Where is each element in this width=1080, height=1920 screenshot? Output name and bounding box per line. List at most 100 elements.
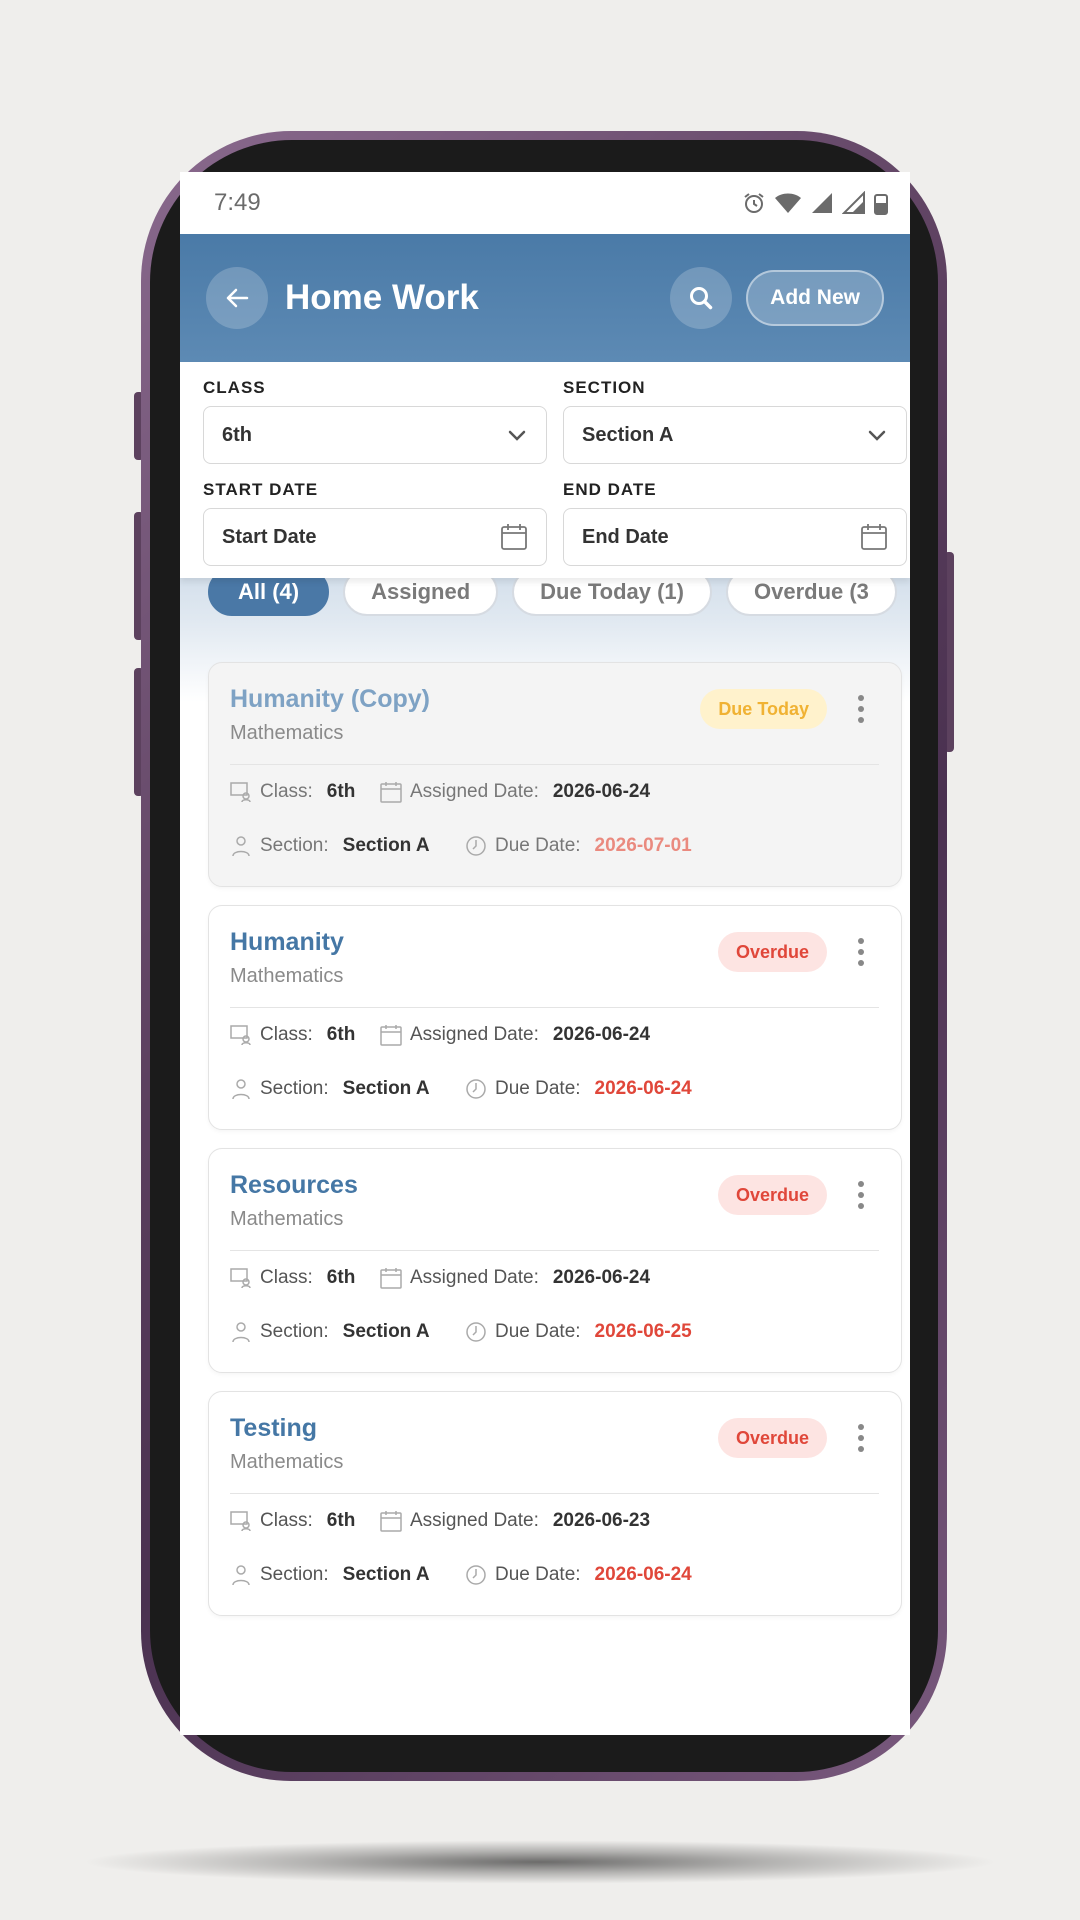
app-screen: 7:49 Home Work Add New CLASS 6th SECTION… <box>180 172 910 1735</box>
start-date-label: START DATE <box>203 480 319 499</box>
class-field-label: Class: <box>260 1510 313 1531</box>
homework-subject: Mathematics <box>230 1451 344 1473</box>
alarm-icon <box>744 193 764 213</box>
calendar-icon <box>380 1267 402 1289</box>
class-field-label: Class: <box>260 781 313 802</box>
class-value: 6th <box>326 781 356 802</box>
due-date-label: Due Date: <box>495 1078 581 1099</box>
teacher-icon <box>230 1321 252 1343</box>
clock-icon <box>465 1321 487 1343</box>
homework-subject: Mathematics <box>230 965 344 987</box>
add-new-button[interactable]: Add New <box>746 270 884 326</box>
filter-panel: CLASS 6th SECTION Section A START DATE S… <box>180 362 910 578</box>
homework-card[interactable]: Humanity Mathematics Overdue Class: 6th <box>208 905 902 1130</box>
assigned-date-value: 2026-06-24 <box>552 781 651 802</box>
start-date-field[interactable]: Start Date <box>203 508 547 566</box>
app-header: Home Work Add New <box>180 234 910 362</box>
section-field-label: Section: <box>260 835 329 856</box>
class-select[interactable]: 6th <box>203 406 547 464</box>
class-field-label: Class: <box>260 1024 313 1045</box>
classroom-icon <box>230 1267 252 1289</box>
teacher-icon <box>230 1078 252 1100</box>
more-options-icon[interactable] <box>849 938 873 966</box>
due-date-value: 2026-06-24 <box>594 1564 692 1585</box>
clock-icon <box>465 835 487 857</box>
status-badge: Overdue <box>717 932 827 972</box>
back-button[interactable] <box>206 267 268 329</box>
section-field-label: Section: <box>260 1321 329 1342</box>
homework-title: Testing <box>230 1414 318 1442</box>
calendar-icon <box>380 1510 402 1532</box>
assigned-date-label: Assigned Date: <box>410 1024 539 1045</box>
classroom-icon <box>230 1510 252 1532</box>
status-badge: Overdue <box>717 1175 827 1215</box>
chevron-down-icon <box>868 430 886 441</box>
more-options-icon[interactable] <box>849 1424 873 1452</box>
class-field-label: Class: <box>260 1267 313 1288</box>
due-date-value: 2026-07-01 <box>594 835 692 856</box>
start-date-placeholder: Start Date <box>222 525 317 548</box>
more-options-icon[interactable] <box>849 695 873 723</box>
homework-title: Resources <box>230 1171 358 1199</box>
search-button[interactable] <box>670 267 733 329</box>
end-date-label: END DATE <box>563 480 657 499</box>
homework-cards: Humanity (Copy) Mathematics Due Today Cl… <box>180 616 910 1616</box>
section-select-value: Section A <box>582 423 674 446</box>
homework-subject: Mathematics <box>230 1208 344 1230</box>
phone-shadow <box>80 1840 1000 1884</box>
chevron-down-icon <box>508 430 526 441</box>
assigned-date-label: Assigned Date: <box>410 781 539 802</box>
class-select-value: 6th <box>222 423 252 446</box>
class-value: 6th <box>326 1024 356 1045</box>
calendar-icon <box>380 781 402 803</box>
wifi-icon <box>775 193 801 213</box>
calendar-icon <box>861 524 887 550</box>
homework-card[interactable]: Testing Mathematics Overdue Class: 6th A… <box>208 1391 902 1616</box>
homework-title: Humanity <box>230 928 344 956</box>
assigned-date-label: Assigned Date: <box>410 1267 539 1288</box>
status-badge: Due Today <box>700 689 827 729</box>
assigned-date-label: Assigned Date: <box>410 1510 539 1531</box>
signal-icon <box>812 193 832 213</box>
class-label: CLASS <box>203 378 266 397</box>
homework-title: Humanity (Copy) <box>230 685 430 713</box>
classroom-icon <box>230 781 252 803</box>
assigned-date-value: 2026-06-23 <box>552 1510 651 1531</box>
teacher-icon <box>230 835 252 857</box>
section-field-label: Section: <box>260 1564 329 1585</box>
more-options-icon[interactable] <box>849 1181 873 1209</box>
class-value: 6th <box>326 1267 356 1288</box>
status-badge: Overdue <box>717 1418 827 1458</box>
clock-icon <box>465 1564 487 1586</box>
end-date-field[interactable]: End Date <box>563 508 907 566</box>
end-date-placeholder: End Date <box>582 525 669 548</box>
teacher-icon <box>230 1564 252 1586</box>
signal-outline-icon <box>842 191 865 214</box>
calendar-icon <box>380 1024 402 1046</box>
homework-card[interactable]: Resources Mathematics Overdue Class: 6th <box>208 1148 902 1373</box>
status-icons <box>742 191 888 215</box>
due-date-label: Due Date: <box>495 1564 581 1585</box>
section-field-label: Section: <box>260 1078 329 1099</box>
section-value: Section A <box>342 835 430 856</box>
clock-icon <box>465 1078 487 1100</box>
calendar-icon <box>501 524 527 550</box>
assigned-date-value: 2026-06-24 <box>552 1267 651 1288</box>
due-date-label: Due Date: <box>495 835 581 856</box>
section-value: Section A <box>342 1564 430 1585</box>
due-date-label: Due Date: <box>495 1321 581 1342</box>
homework-list-area: All (4) Assigned Due Today (1) Overdue (… <box>180 532 910 1735</box>
section-value: Section A <box>342 1078 430 1099</box>
status-time: 7:49 <box>214 189 261 216</box>
search-icon <box>690 287 713 310</box>
section-select[interactable]: Section A <box>563 406 907 464</box>
assigned-date-value: 2026-06-24 <box>552 1024 651 1045</box>
due-date-value: 2026-06-24 <box>594 1078 692 1099</box>
arrow-left-icon <box>226 288 249 308</box>
homework-card[interactable]: Humanity (Copy) Mathematics Due Today Cl… <box>208 662 902 887</box>
section-value: Section A <box>342 1321 430 1342</box>
classroom-icon <box>230 1024 252 1046</box>
status-bar: 7:49 <box>180 172 910 234</box>
due-date-value: 2026-06-25 <box>594 1321 692 1342</box>
battery-icon <box>874 194 888 215</box>
